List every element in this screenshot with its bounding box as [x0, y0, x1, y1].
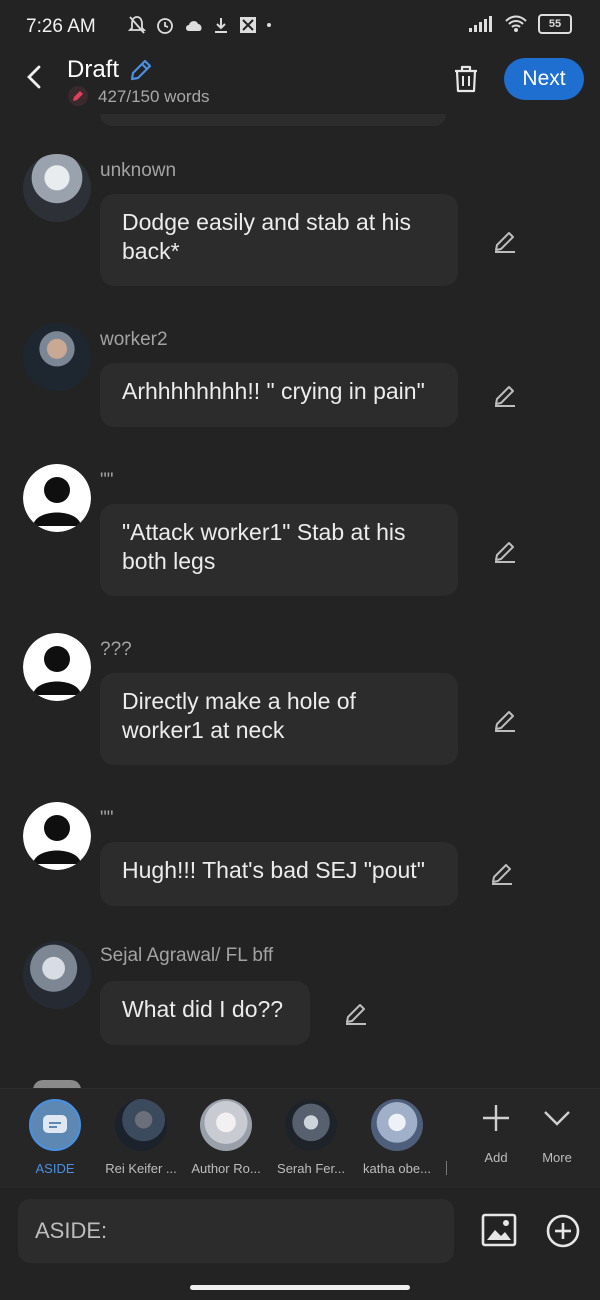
edit-message-icon[interactable]	[492, 382, 518, 408]
default-avatar-icon[interactable]	[23, 802, 91, 870]
avatar	[285, 1099, 337, 1151]
chevron-down-icon	[544, 1111, 570, 1126]
alarm-icon	[157, 18, 173, 34]
message-input[interactable]	[18, 1199, 454, 1263]
character-serah-fer[interactable]: Serah Fer...	[268, 1099, 354, 1176]
message-author: ""	[100, 808, 114, 829]
word-count: 427/150 words	[98, 87, 210, 106]
character-label: Author Ro...	[191, 1161, 261, 1176]
composer-bar	[0, 1188, 600, 1276]
signal-icon	[469, 16, 492, 32]
home-indicator[interactable]	[190, 1285, 410, 1290]
battery-level: 55	[548, 18, 562, 30]
message-bubble[interactable]: Hugh!!! That's bad SEJ "pout"	[100, 842, 458, 906]
character-aside[interactable]: ASIDE	[12, 1099, 98, 1176]
character-author-ro[interactable]: Author Ro...	[183, 1099, 269, 1176]
character-label: Rei Keifer ...	[105, 1161, 177, 1176]
default-avatar-icon[interactable]	[23, 464, 91, 532]
message-bubble[interactable]: Arhhhhhhhh!! " crying in pain"	[100, 363, 458, 427]
avatar[interactable]	[23, 154, 91, 222]
status-right: 55	[468, 14, 572, 34]
wifi-icon	[505, 15, 527, 32]
add-label: Add	[484, 1150, 508, 1165]
plus-icon	[483, 1105, 509, 1131]
message-text: What did I do??	[122, 996, 284, 1022]
edit-message-icon[interactable]	[492, 228, 518, 254]
page-title: Draft	[67, 56, 120, 83]
mute-icon	[128, 16, 146, 34]
trash-icon[interactable]	[452, 64, 480, 94]
character-tray: ASIDE Rei Keifer ... Author Ro... Serah …	[0, 1088, 600, 1189]
edit-message-icon[interactable]	[489, 860, 515, 886]
message-text: Dodge easily and stab at his back*	[122, 209, 411, 264]
more-label: More	[542, 1150, 572, 1165]
message-feed[interactable]: unknown Dodge easily and stab at his bac…	[0, 114, 600, 1088]
avatar[interactable]	[23, 941, 91, 1009]
message-text: Hugh!!! That's bad SEJ "pout"	[122, 857, 425, 883]
aside-avatar	[29, 1099, 81, 1151]
avatar	[200, 1099, 252, 1151]
cloud-icon	[186, 21, 202, 31]
status-icons	[128, 15, 271, 35]
edit-message-icon[interactable]	[343, 1000, 369, 1026]
character-label: ASIDE	[35, 1161, 75, 1176]
add-character-button[interactable]: Add	[466, 1103, 526, 1165]
next-button[interactable]: Next	[504, 58, 584, 100]
character-katha-obe[interactable]: katha obe...	[354, 1099, 440, 1176]
image-icon[interactable]	[481, 1213, 517, 1247]
message-author: ???	[100, 639, 132, 660]
edit-message-icon[interactable]	[492, 538, 518, 564]
message-author: ""	[100, 470, 114, 491]
message-bubble[interactable]: What did I do??	[100, 981, 310, 1045]
message-author: Sejal Agrawal/ FL bff	[100, 945, 274, 966]
back-arrow-icon[interactable]	[20, 62, 50, 92]
more-button[interactable]: More	[527, 1103, 587, 1165]
previous-message-bubble	[100, 114, 446, 126]
tray-divider	[446, 1161, 447, 1175]
character-label: Serah Fer...	[277, 1161, 345, 1176]
message-bubble[interactable]: "Attack worker1" Stab at his both legs	[100, 504, 458, 596]
edit-message-icon[interactable]	[492, 707, 518, 733]
pencil-badge-icon	[68, 86, 88, 106]
avatar	[115, 1099, 167, 1151]
default-avatar-icon[interactable]	[23, 633, 91, 701]
chat-bubble-icon	[43, 1115, 67, 1133]
app-header: Draft 427/150 words Next	[0, 52, 600, 114]
add-circle-icon[interactable]	[546, 1214, 580, 1248]
status-time: 7:26 AM	[26, 16, 96, 37]
avatar[interactable]	[23, 323, 91, 391]
status-bar: 7:26 AM 55	[0, 0, 600, 52]
more-notifications-dot	[267, 23, 271, 27]
next-avatar-peek	[33, 1080, 81, 1088]
message-text: "Attack worker1" Stab at his both legs	[122, 519, 406, 574]
app-notification-icon	[240, 17, 256, 33]
battery-icon: 55	[538, 14, 572, 34]
message-author: unknown	[100, 160, 177, 181]
message-text: Arhhhhhhhh!! " crying in pain"	[122, 378, 425, 404]
character-rei-keifer[interactable]: Rei Keifer ...	[98, 1099, 184, 1176]
edit-title-icon[interactable]	[128, 57, 154, 83]
message-bubble[interactable]: Directly make a hole of worker1 at neck	[100, 673, 458, 765]
download-icon	[215, 18, 227, 33]
message-text: Directly make a hole of worker1 at neck	[122, 688, 356, 743]
character-label: katha obe...	[363, 1161, 431, 1176]
message-bubble[interactable]: Dodge easily and stab at his back*	[100, 194, 458, 286]
avatar	[371, 1099, 423, 1151]
message-author: worker2	[100, 329, 168, 350]
